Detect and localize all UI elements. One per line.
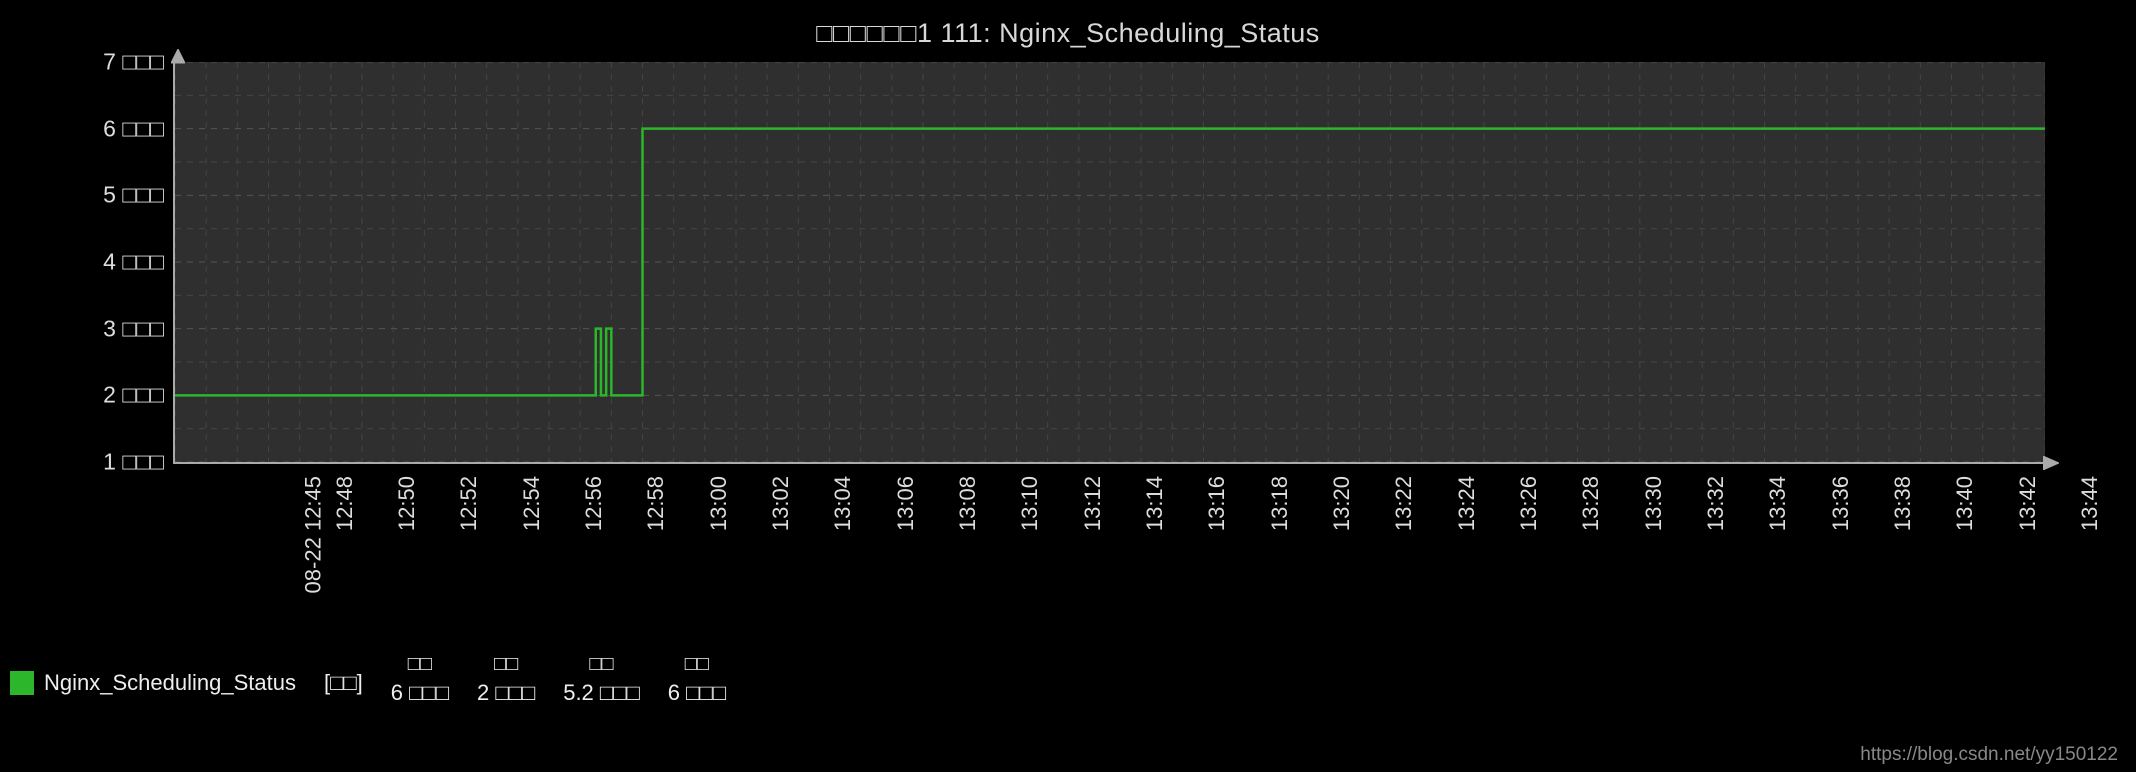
x-tick-label: 13:00 xyxy=(706,476,732,531)
x-tick-label: 13:08 xyxy=(955,476,981,531)
x-tick-label: 13:10 xyxy=(1017,476,1043,531)
x-tick-label: 13:06 xyxy=(893,476,919,531)
legend-series-name: Nginx_Scheduling_Status xyxy=(44,670,296,696)
plot-svg xyxy=(175,62,2045,462)
legend-row: Nginx_Scheduling_Status [□□] □□ 6 □□□ □□ 2 … xyxy=(10,646,2110,706)
chart-panel: □□□□□□1 111: Nginx_Scheduling_Status 1 □… xyxy=(18,0,2118,660)
legend-stat-value: 6 □□□ xyxy=(391,680,449,706)
x-tick-label: 13:30 xyxy=(1641,476,1667,531)
y-tick-label: 5 □□□ xyxy=(64,182,164,209)
x-tick-label: 13:02 xyxy=(768,476,794,531)
x-tick-label: 13:26 xyxy=(1516,476,1542,531)
x-tick-label: 13:40 xyxy=(1952,476,1978,531)
x-tick-label: 13:34 xyxy=(1765,476,1791,531)
legend-stat-value: 5.2 □□□ xyxy=(563,680,640,706)
legend-stat-value: 6 □□□ xyxy=(668,680,726,706)
x-tick-label: 13:32 xyxy=(1703,476,1729,531)
legend-stat-label: □□ xyxy=(589,653,613,676)
x-tick-label: 13:18 xyxy=(1267,476,1293,531)
x-tick-label: 12:52 xyxy=(456,476,482,531)
x-tick-label: 12:48 xyxy=(332,476,358,531)
x-tick-label: 13:24 xyxy=(1454,476,1480,531)
legend-stat-label: □□ xyxy=(494,653,518,676)
legend-stat-label: □□ xyxy=(685,653,709,676)
y-tick-label: 3 □□□ xyxy=(64,315,164,342)
x-tick-label: 12:54 xyxy=(519,476,545,531)
chart-wrap: 1 □□□2 □□□3 □□□4 □□□5 □□□6 □□□7 □□□ 08-2… xyxy=(18,52,2118,492)
x-axis-line xyxy=(173,462,2058,464)
y-tick-label: 6 □□□ xyxy=(64,115,164,142)
legend-stat-value: 2 □□□ xyxy=(477,680,535,706)
y-tick-label: 2 □□□ xyxy=(64,382,164,409)
x-tick-label: 13:42 xyxy=(2015,476,2041,531)
x-tick-label: 12:50 xyxy=(394,476,420,531)
x-tick-label: 12:56 xyxy=(581,476,607,531)
legend-stat: □□ 5.2 □□□ xyxy=(563,653,640,706)
x-tick-label: 13:12 xyxy=(1080,476,1106,531)
x-tick-label: 13:38 xyxy=(1890,476,1916,531)
legend-unit: [□□] xyxy=(324,670,363,696)
x-tick-label: 13:44 xyxy=(2077,476,2103,531)
y-tick-label: 4 □□□ xyxy=(64,249,164,276)
y-tick-label: 1 □□□ xyxy=(64,449,164,476)
y-tick-label: 7 □□□ xyxy=(64,49,164,76)
x-tick-label: 13:22 xyxy=(1391,476,1417,531)
x-tick-label: 13:20 xyxy=(1329,476,1355,531)
x-tick-label: 13:04 xyxy=(830,476,856,531)
legend-stat: □□ 6 □□□ xyxy=(668,653,726,706)
legend-stat: □□ 2 □□□ xyxy=(477,653,535,706)
y-axis-arrow-icon xyxy=(171,49,185,65)
chart-title: □□□□□□1 111: Nginx_Scheduling_Status xyxy=(18,0,2118,49)
x-tick-label: 13:28 xyxy=(1578,476,1604,531)
legend-swatch xyxy=(10,671,34,695)
x-tick-label: 13:14 xyxy=(1142,476,1168,531)
x-tick-label: 12:58 xyxy=(643,476,669,531)
x-tick-label: 13:16 xyxy=(1204,476,1230,531)
plot-area[interactable] xyxy=(173,62,2045,462)
watermark-text: https://blog.csdn.net/yy150122 xyxy=(1860,744,2118,766)
legend-stat: □□ 6 □□□ xyxy=(391,653,449,706)
legend-stat-label: □□ xyxy=(408,653,432,676)
x-tick-label: 13:36 xyxy=(1828,476,1854,531)
x-tick-label: 08-22 12:45 xyxy=(300,476,326,593)
